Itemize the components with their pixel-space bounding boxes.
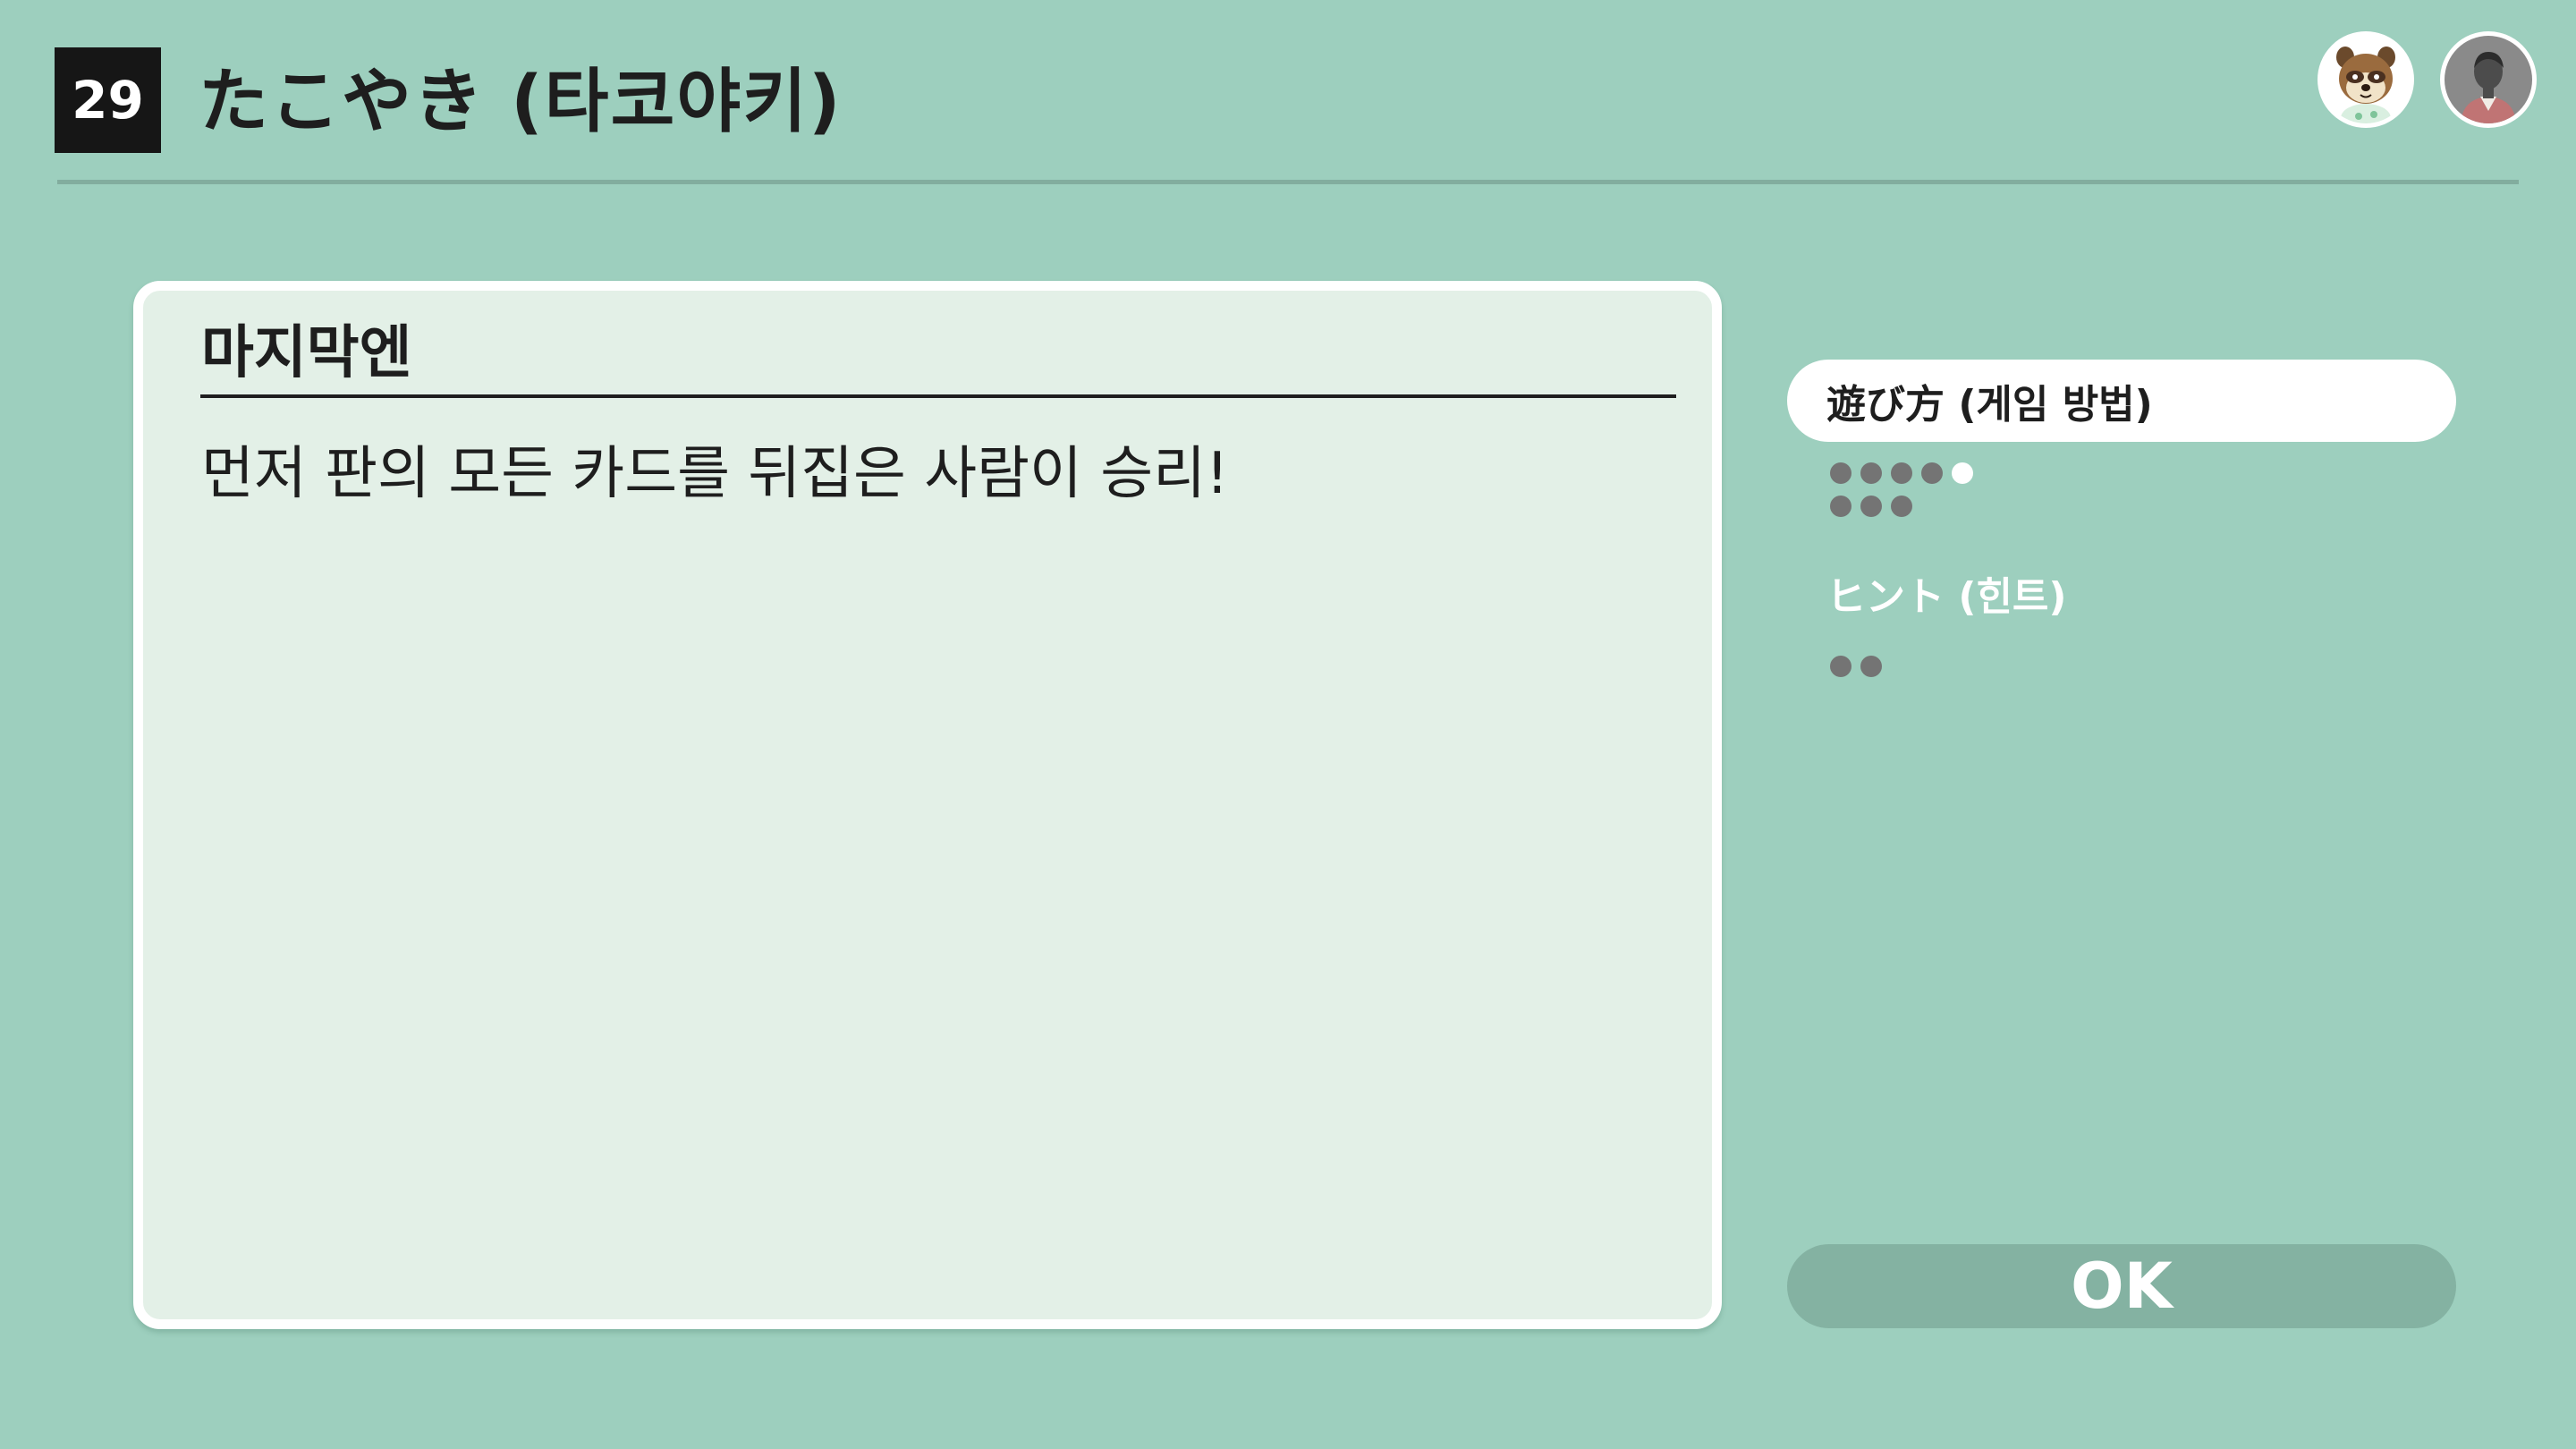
- how-to-play-page-indicator: [1830, 462, 2027, 529]
- ok-button[interactable]: OK: [1787, 1244, 2456, 1328]
- menu-item-label: ヒント (힌트): [1826, 574, 2067, 620]
- menu-item-label: 遊び方 (게임 방법): [1826, 382, 2153, 428]
- raccoon-character-avatar[interactable]: [2318, 31, 2414, 128]
- page-dot: [1830, 462, 1852, 484]
- page-dot: [1830, 656, 1852, 677]
- person-silhouette-icon: [2445, 36, 2532, 123]
- card-heading: 마지막엔: [201, 320, 412, 386]
- page-dot: [1860, 496, 1882, 517]
- game-number-badge: 29: [55, 47, 161, 153]
- menu-item-hint[interactable]: ヒント (힌트): [1787, 552, 2456, 634]
- page-dot: [1891, 496, 1912, 517]
- hint-page-indicator: [1830, 656, 2027, 689]
- page-dot: [1860, 656, 1882, 677]
- page-dot: [1921, 462, 1943, 484]
- raccoon-face-icon: [2322, 36, 2410, 123]
- header-divider: [57, 180, 2519, 184]
- instruction-card: 마지막엔 먼저 판의 모든 카드를 뒤집은 사람이 승리!: [133, 281, 1722, 1329]
- card-body-text: 먼저 판의 모든 카드를 뒤집은 사람이 승리!: [201, 441, 1229, 507]
- menu-item-how-to-play[interactable]: 遊び方 (게임 방법): [1787, 360, 2456, 442]
- page-dot: [1891, 462, 1912, 484]
- card-heading-rule: [200, 394, 1676, 398]
- page-dot: [1860, 462, 1882, 484]
- page-dot: [1830, 496, 1852, 517]
- user-avatar[interactable]: [2440, 31, 2537, 128]
- game-title: たこやき (타코야키): [199, 62, 843, 142]
- page-dot-current: [1952, 462, 1973, 484]
